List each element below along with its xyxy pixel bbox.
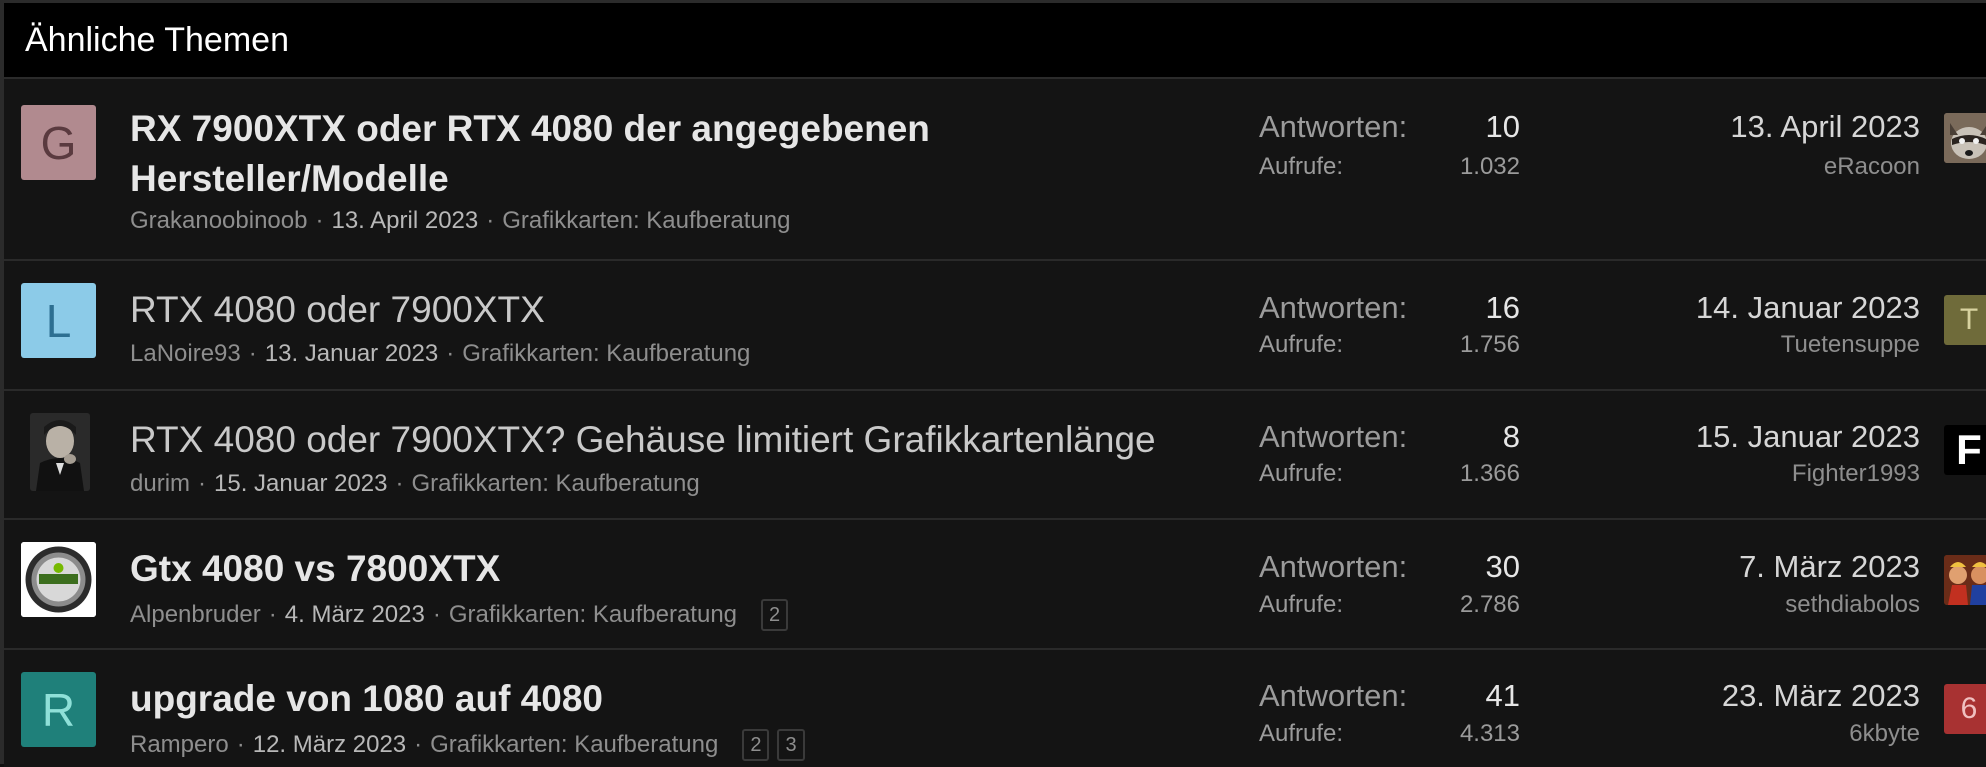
thread-author[interactable]: Grakanoobinoob [130, 207, 307, 235]
thread-author[interactable]: LaNoire93 [130, 340, 241, 368]
thread-row[interactable]: R upgrade von 1080 auf 4080 Rampero · 12… [4, 650, 1986, 767]
game-art-avatar-icon[interactable] [1944, 555, 1986, 605]
thread-title[interactable]: RTX 4080 oder 7900XTX? Gehäuse limitiert… [130, 415, 1156, 465]
views-label: Aufrufe: [1259, 153, 1344, 180]
views-label: Aufrufe: [1259, 331, 1344, 358]
avatar[interactable]: F [1944, 425, 1986, 475]
page-link[interactable]: 3 [777, 729, 805, 761]
thread-date[interactable]: 15. Januar 2023 [214, 470, 387, 498]
thread-title[interactable]: upgrade von 1080 auf 4080 [130, 674, 603, 724]
thread-title[interactable]: RX 7900XTX oder RTX 4080 der angegebenen… [130, 104, 930, 204]
last-post-user[interactable]: eRacoon [1824, 153, 1920, 181]
views-count: 1.366 [1459, 460, 1520, 487]
avatar[interactable]: 6 [1944, 684, 1986, 734]
thread-date[interactable]: 4. März 2023 [285, 601, 425, 629]
thread-meta: Alpenbruder · 4. März 2023 · Grafikkarte… [130, 599, 789, 631]
replies-count: 30 [1485, 549, 1520, 584]
last-post-date[interactable]: 23. März 2023 [1722, 678, 1920, 714]
thread-author[interactable]: Rampero [130, 731, 229, 759]
replies-count: 16 [1485, 290, 1520, 325]
thread-author[interactable]: Alpenbruder [130, 601, 261, 629]
thread-title[interactable]: Gtx 4080 vs 7800XTX [130, 544, 500, 594]
thread-meta: LaNoire93 · 13. Januar 2023 · Grafikkart… [130, 340, 751, 368]
thread-meta: Rampero · 12. März 2023 · Grafikkarten: … [130, 729, 805, 761]
thread-meta: durim · 15. Januar 2023 · Grafikkarten: … [130, 470, 700, 498]
last-post-date[interactable]: 14. Januar 2023 [1696, 290, 1920, 326]
last-post-user[interactable]: Tuetensuppe [1781, 331, 1920, 359]
last-post-date[interactable]: 15. Januar 2023 [1696, 419, 1920, 455]
thread-forum[interactable]: Grafikkarten: Kaufberatung [502, 207, 790, 235]
thread-row[interactable]: L RTX 4080 oder 7900XTX LaNoire93 · 13. … [4, 261, 1986, 391]
portrait-photo-avatar-icon[interactable] [30, 413, 90, 491]
avatar[interactable]: G [21, 105, 96, 180]
thread-meta: Grakanoobinoob · 13. April 2023 · Grafik… [130, 207, 791, 235]
raccoon-avatar-icon[interactable] [1944, 113, 1986, 163]
last-post-user[interactable]: Fighter1993 [1792, 460, 1920, 488]
page-links: 2 [753, 599, 789, 631]
views-label: Aufrufe: [1259, 460, 1344, 487]
avatar[interactable]: T [1944, 295, 1986, 345]
thread-date[interactable]: 12. März 2023 [253, 731, 406, 759]
views-count: 2.786 [1459, 591, 1520, 618]
thread-row[interactable]: G RX 7900XTX oder RTX 4080 der angegeben… [4, 79, 1986, 261]
last-post-user[interactable]: 6kbyte [1849, 720, 1920, 748]
replies-label: Antworten: [1259, 678, 1408, 713]
similar-threads-block: Ähnliche Themen G RX 7900XTX oder RTX 40… [0, 0, 1986, 767]
avatar[interactable]: R [21, 672, 96, 747]
replies-label: Antworten: [1259, 109, 1408, 144]
page-link[interactable]: 2 [742, 729, 770, 761]
replies-count: 10 [1485, 109, 1520, 144]
thread-title[interactable]: RTX 4080 oder 7900XTX [130, 285, 545, 335]
last-post-date[interactable]: 7. März 2023 [1739, 549, 1920, 585]
nvidia-badge-avatar-icon[interactable] [21, 542, 96, 617]
page-link[interactable]: 2 [761, 599, 789, 631]
views-label: Aufrufe: [1259, 720, 1344, 747]
replies-label: Antworten: [1259, 290, 1408, 325]
avatar[interactable]: L [21, 283, 96, 358]
thread-forum[interactable]: Grafikkarten: Kaufberatung [449, 601, 737, 629]
last-post-user[interactable]: sethdiabolos [1785, 591, 1920, 619]
replies-label: Antworten: [1259, 549, 1408, 584]
thread-forum[interactable]: Grafikkarten: Kaufberatung [462, 340, 750, 368]
views-count: 4.313 [1459, 720, 1520, 747]
thread-forum[interactable]: Grafikkarten: Kaufberatung [430, 731, 718, 759]
thread-row[interactable]: RTX 4080 oder 7900XTX? Gehäuse limitiert… [4, 391, 1986, 520]
block-title: Ähnliche Themen [4, 3, 1986, 79]
thread-forum[interactable]: Grafikkarten: Kaufberatung [412, 470, 700, 498]
replies-count: 41 [1485, 678, 1520, 713]
views-label: Aufrufe: [1259, 591, 1344, 618]
thread-row[interactable]: Gtx 4080 vs 7800XTX Alpenbruder · 4. Mär… [4, 520, 1986, 650]
thread-date[interactable]: 13. Januar 2023 [265, 340, 438, 368]
page-links: 2 3 [734, 729, 805, 761]
replies-label: Antworten: [1259, 419, 1408, 454]
replies-count: 8 [1502, 419, 1520, 454]
views-count: 1.756 [1459, 331, 1520, 358]
thread-author[interactable]: durim [130, 470, 190, 498]
views-count: 1.032 [1459, 153, 1520, 180]
last-post-date[interactable]: 13. April 2023 [1730, 109, 1920, 145]
thread-date[interactable]: 13. April 2023 [331, 207, 478, 235]
